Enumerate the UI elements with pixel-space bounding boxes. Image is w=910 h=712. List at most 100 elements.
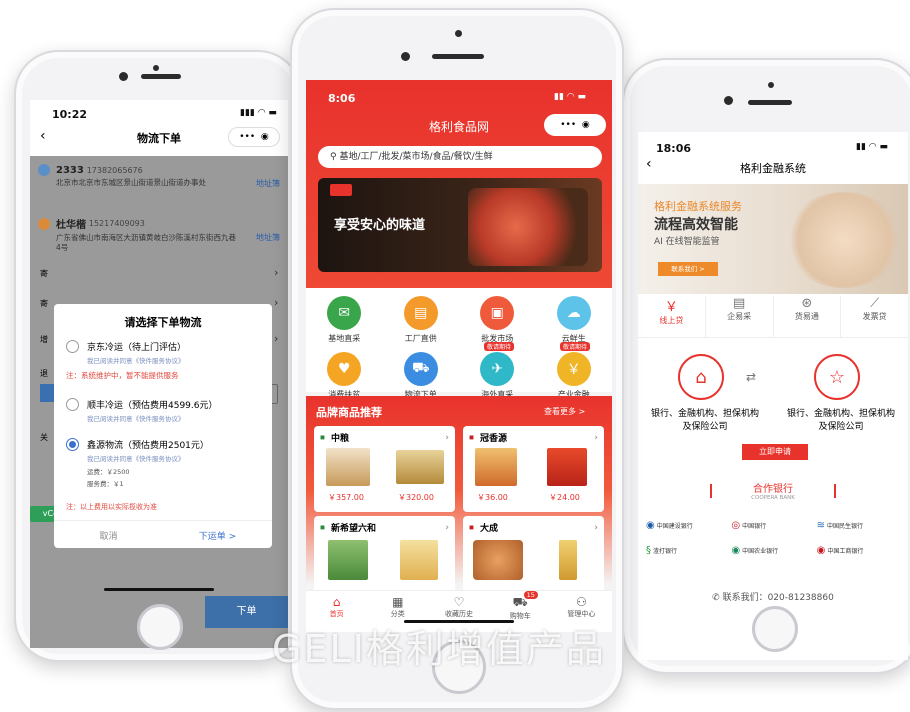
category-item[interactable]: ▣ 批发市场 bbox=[459, 296, 536, 344]
status-time: 18:06 bbox=[656, 142, 692, 155]
category-icon: ⛟ bbox=[403, 352, 438, 386]
category-icon: ✈ bbox=[480, 352, 515, 386]
coop-header: 合作银行 COOPERA BANK bbox=[638, 480, 908, 501]
search-bar[interactable]: ⚲ 基地/工厂/批发/菜市场/食品/餐饮/生鲜 bbox=[318, 146, 602, 168]
category-item[interactable]: ✈ 海外直采 bbox=[459, 352, 536, 400]
steak-image bbox=[468, 188, 588, 266]
tab-online-loan[interactable]: ￥ 线上贷 bbox=[638, 296, 706, 337]
bank-icon: ⌂ bbox=[678, 354, 724, 400]
sensor-dot bbox=[153, 65, 159, 71]
tab-goods[interactable]: ⊛ 货易通 bbox=[774, 296, 842, 337]
brand-name: 中粮 bbox=[330, 434, 349, 444]
view-more-link[interactable]: 查看更多 > bbox=[544, 406, 585, 417]
brand-card[interactable]: ◼ 中粮 › ￥357.00 ￥320.00 bbox=[314, 426, 455, 512]
address-book-link[interactable]: 地址簿 bbox=[256, 232, 280, 243]
banner-line2: 流程高效智能 bbox=[654, 217, 738, 233]
option-jd[interactable]: 京东冷运（待上门评估） 我已阅读并同意《快件服务协议》 注：系统维护中，暂不能提… bbox=[66, 340, 262, 381]
product-price: ￥36.00 bbox=[477, 493, 508, 502]
address-receiver: 杜华楷 15217409093 广东省佛山市南海区大沥镇黄岐白沙陈溪村东街西九巷… bbox=[38, 216, 280, 253]
banner-line1: 格利金融系统服务 bbox=[654, 200, 742, 213]
product-price: ￥357.00 bbox=[328, 493, 364, 502]
maintenance-note: 注：系统维护中，暂不能提供服务 bbox=[66, 371, 179, 380]
option-sf[interactable]: 顺丰冷运（预估费用4599.6元） 我已阅读并同意《快件服务协议》 bbox=[66, 398, 262, 423]
radio-button-selected[interactable] bbox=[66, 438, 79, 451]
cancel-button[interactable]: 取消 bbox=[54, 529, 163, 542]
option-xinyuan[interactable]: 鑫源物流（预估费用2501元） 我已阅读并同意《快件服务协议》 运费：￥2500… bbox=[66, 438, 262, 488]
home-button[interactable] bbox=[752, 606, 798, 652]
option-name: 鑫源物流（预估费用2501元） bbox=[87, 441, 209, 451]
category-icon: ▤ bbox=[403, 296, 438, 330]
agreement-text[interactable]: 我已阅读并同意《快件服务协议》 bbox=[87, 355, 262, 365]
radio-button[interactable] bbox=[66, 398, 79, 411]
option-name: 京东冷运（待上门评估） bbox=[87, 343, 187, 353]
category-icon: ▣ bbox=[480, 296, 515, 330]
dialog-title: 请选择下单物流 bbox=[124, 316, 202, 329]
status-icons: ▮▮ ◠ ▬ bbox=[856, 142, 888, 152]
capsule-menu[interactable]: ••• ◉ bbox=[228, 127, 280, 147]
camera-dot bbox=[401, 52, 410, 61]
agreement-text[interactable]: 我已阅读并同意《快件服务协议》 bbox=[87, 453, 262, 463]
address-sender: 2333 17382065676 北京市北京市东城区景山街道景山街道办事处 地址… bbox=[38, 164, 280, 189]
sender-address: 北京市北京市东城区景山街道景山街道办事处 bbox=[56, 178, 206, 187]
category-item[interactable]: ▤ 工厂直供 bbox=[383, 296, 460, 344]
status-icons: ▮▮▮ ◠ ▬ bbox=[240, 108, 277, 118]
category-item[interactable]: ♥ 消费扶贫 bbox=[306, 352, 383, 400]
agreement-text[interactable]: 我已阅读并同意《快件服务协议》 bbox=[87, 413, 262, 423]
dialog-actions: 取消 下运单 > bbox=[54, 520, 272, 548]
sender-icon bbox=[38, 164, 50, 176]
star-icon: ☆ bbox=[814, 354, 860, 400]
category-label: 基地直采 bbox=[328, 334, 361, 343]
chevron-right-icon[interactable]: › bbox=[274, 296, 278, 309]
brand-card[interactable]: ◼ 冠香源 › ￥36.00 ￥24.00 bbox=[463, 426, 604, 512]
radio-button[interactable] bbox=[66, 340, 79, 353]
food-banner[interactable]: 享受安心的味道 bbox=[318, 178, 602, 272]
right-phone: 18:06 ▮▮ ◠ ▬ ‹ 格利金融系统 格利金融系统服务 流程高效智能 AI… bbox=[622, 58, 910, 674]
category-item[interactable]: ￥ 产业金融 bbox=[536, 352, 613, 400]
sensor-dot bbox=[768, 82, 774, 88]
user-icon: ⚇ bbox=[576, 595, 587, 609]
side-label: 增 bbox=[40, 335, 48, 344]
contact-text[interactable]: 联系我们：020-81238860 bbox=[723, 593, 834, 603]
contact-us-button[interactable]: 联系我们 > bbox=[658, 262, 718, 276]
home-button[interactable] bbox=[137, 604, 183, 650]
category-item[interactable]: ⛟ 物流下单 bbox=[383, 352, 460, 400]
section-title: 品牌商品推荐 bbox=[316, 406, 382, 419]
left-header: 10:22 ▮▮▮ ◠ ▬ ‹ 物流下单 ••• ◉ bbox=[30, 100, 288, 156]
logistics-dialog: 请选择下单物流 京东冷运（待上门评估） 我已阅读并同意《快件服务协议》 注：系统… bbox=[54, 304, 272, 548]
exchange-arrows-icon: ⇄ bbox=[746, 370, 757, 384]
hands-image bbox=[784, 192, 904, 288]
chevron-right-icon[interactable]: › bbox=[274, 332, 278, 345]
category-item[interactable]: ☁ 云鲜生 bbox=[536, 296, 613, 344]
confirm-order-button[interactable]: 下运单 > bbox=[163, 529, 272, 542]
contact-line: ✆ 联系我们：020-81238860 bbox=[638, 590, 908, 603]
product-image bbox=[559, 540, 577, 580]
side-label: 寄 bbox=[40, 299, 48, 308]
apply-button[interactable]: 立即申请 bbox=[742, 444, 808, 460]
brand-name: 新希望六和 bbox=[330, 524, 376, 534]
sender-phone: 17382065676 bbox=[86, 165, 143, 175]
bank-logos: ◉ 中国建设银行 ◎ 中国银行 ≋ 中国民生银行 § 渣打银行 ◉ 中国农业银行 ◉ 中国工… bbox=[646, 520, 902, 556]
chevron-right-icon[interactable]: › bbox=[274, 266, 278, 279]
receiver-address: 广东省佛山市南海区大沥镇黄岐白沙陈溪村东街西九巷4号 bbox=[56, 233, 236, 252]
side-button[interactable] bbox=[40, 384, 54, 402]
grid-icon: ▦ bbox=[392, 595, 404, 609]
receiver-name: 杜华楷 bbox=[56, 220, 86, 231]
sensor-dot bbox=[455, 30, 462, 37]
bank-logo: ◉ 中国建设银行 bbox=[646, 520, 693, 531]
side-label: 退 bbox=[40, 369, 48, 378]
fee-note: 注：以上费用以实际揽收为准 bbox=[66, 503, 157, 511]
cart-icon: ⛟ bbox=[512, 595, 528, 609]
status-icons: ▮▮ ◠ ▬ bbox=[554, 92, 586, 102]
option-name: 顺丰冷运（预估费用4599.6元） bbox=[87, 401, 218, 411]
receiver-phone: 15217409093 bbox=[88, 219, 145, 228]
category-item[interactable]: ✉ 基地直采 bbox=[306, 296, 383, 344]
tab-invoice[interactable]: ⟋ 发票贷 bbox=[841, 296, 908, 337]
address-book-link[interactable]: 地址簿 bbox=[256, 178, 280, 189]
capsule-menu[interactable]: ••• ◉ bbox=[544, 114, 606, 136]
home-indicator bbox=[104, 588, 214, 591]
clipboard-icon: ▤ bbox=[732, 296, 746, 311]
tab-label: 货易通 bbox=[794, 312, 819, 321]
brand-name: 大成 bbox=[479, 524, 498, 534]
chevron-right-icon: › bbox=[594, 432, 598, 443]
tab-procurement[interactable]: ▤ 企易采 bbox=[706, 296, 774, 337]
